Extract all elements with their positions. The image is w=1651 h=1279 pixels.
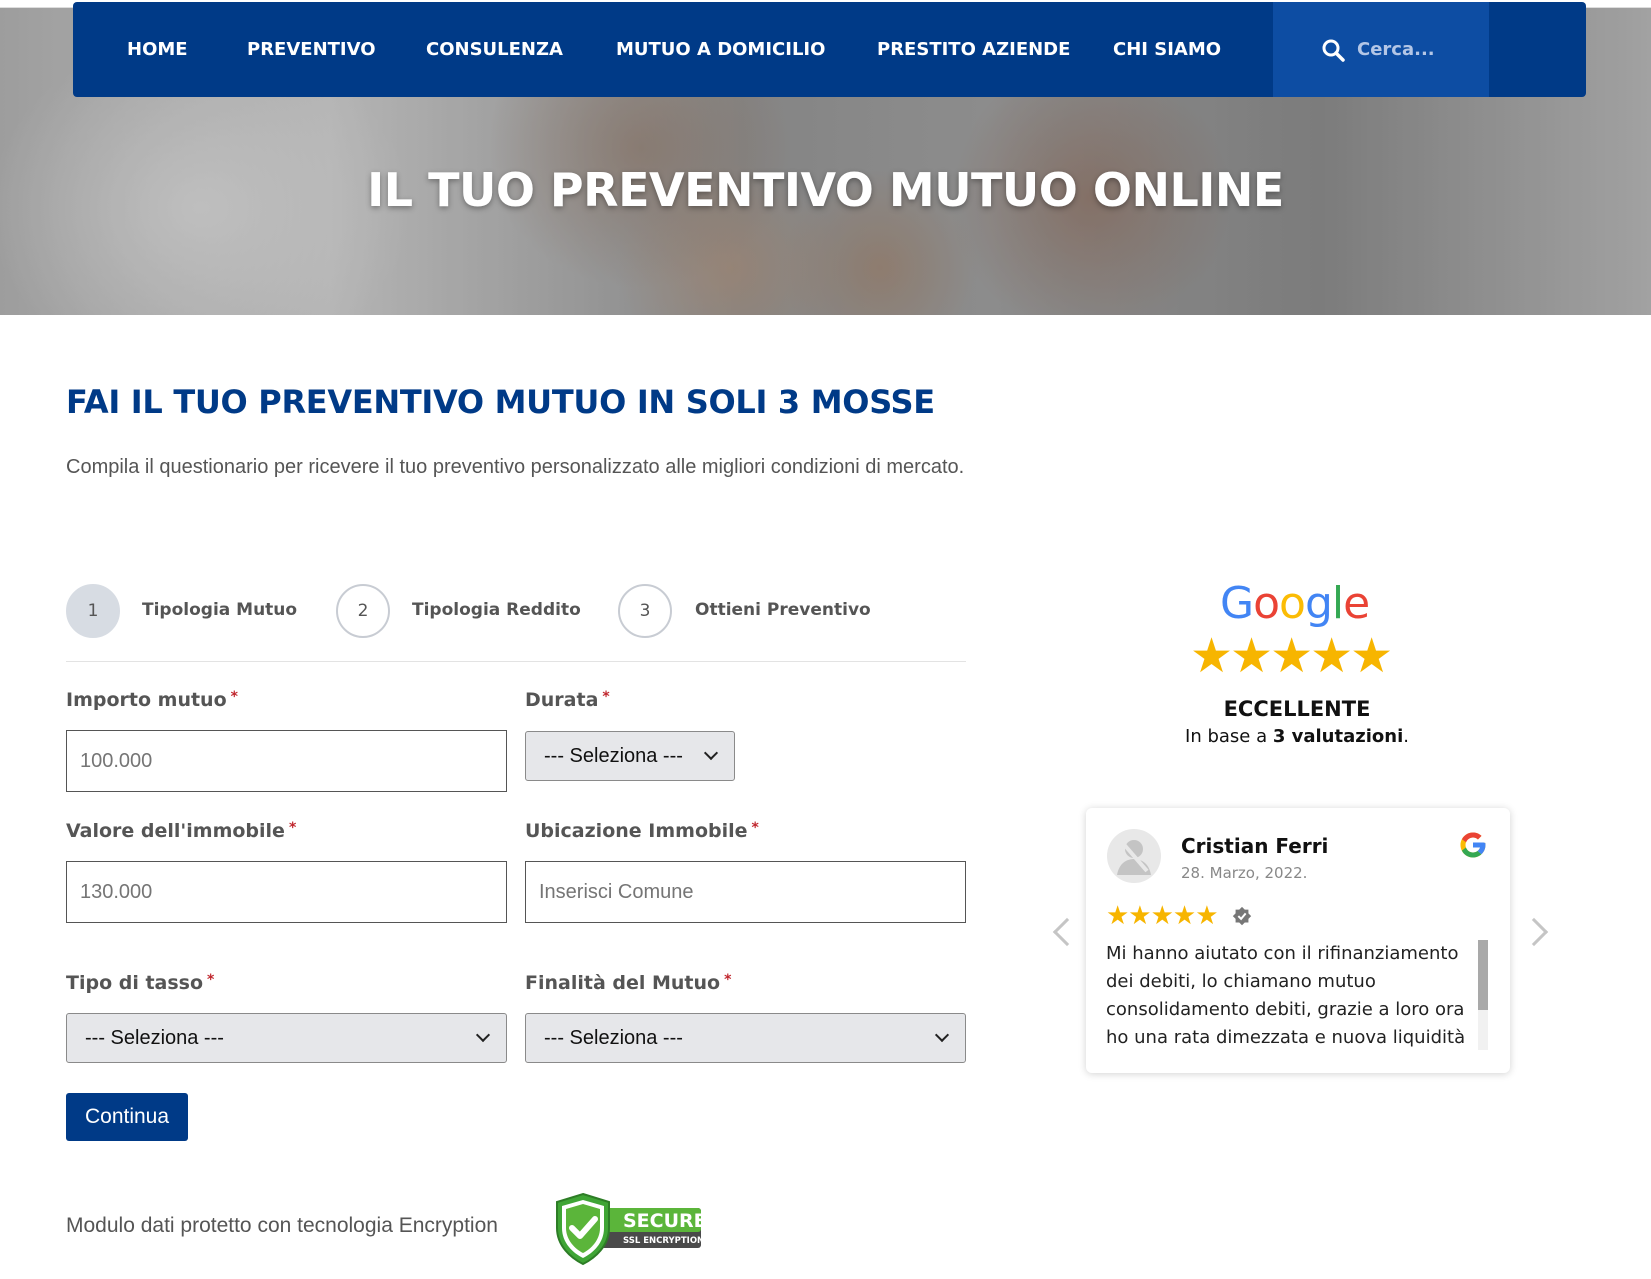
page-title: FAI IL TUO PREVENTIVO MUTUO IN SOLI 3 MO… [66, 383, 935, 421]
tasso-value: --- Seleziona --- [85, 1026, 224, 1049]
finalita-value: --- Seleziona --- [544, 1026, 683, 1049]
valore-label: Valore dell'immobile * [66, 820, 297, 842]
google-g-icon [1460, 832, 1486, 858]
nav-home[interactable]: HOME [127, 39, 188, 60]
search-icon [1322, 39, 1345, 62]
tasso-label: Tipo di tasso * [66, 972, 215, 994]
badge-title: SECURE [623, 1210, 703, 1232]
step-3-circle: 3 [618, 584, 672, 638]
ssl-secure-badge: SECURE SSL ENCRYPTION [556, 1192, 703, 1266]
durata-value: --- Seleziona --- [544, 744, 683, 767]
review-date: 28. Marzo, 2022. [1181, 864, 1308, 882]
google-logo: Google [1220, 578, 1370, 629]
main-navigation: HOME PREVENTIVO CONSULENZA MUTUO A DOMIC… [73, 2, 1586, 97]
chevron-down-icon [475, 1027, 491, 1043]
reviewer-name: Cristian Ferri [1181, 834, 1329, 858]
required-marker: * [751, 820, 759, 836]
step-2-label: Tipologia Reddito [412, 600, 581, 620]
carousel-next-arrow[interactable] [1519, 917, 1549, 947]
page-subtitle: Compila il questionario per ricevere il … [66, 456, 965, 478]
nav-mutuo-a-domicilio[interactable]: MUTUO A DOMICILIO [616, 39, 825, 60]
rating-word: ECCELLENTE [1223, 697, 1371, 721]
ubicazione-label: Ubicazione Immobile * [525, 820, 759, 842]
search-box[interactable]: Cerca... [1273, 2, 1489, 97]
verified-badge-icon [1232, 906, 1252, 926]
review-stars: ★★★★★ [1106, 900, 1219, 930]
nav-consulenza[interactable]: CONSULENZA [426, 39, 563, 60]
required-marker: * [207, 972, 215, 988]
step-3-label: Ottieni Preventivo [695, 600, 871, 620]
required-marker: * [724, 972, 732, 988]
carousel-prev-arrow[interactable] [1052, 917, 1082, 947]
rating-stars: ★★★★★ [1190, 630, 1393, 683]
step-indicator: 1 Tipologia Mutuo 2 Tipologia Reddito 3 … [66, 584, 966, 662]
required-marker: * [230, 689, 238, 705]
hero-title: IL TUO PREVENTIVO MUTUO ONLINE [367, 163, 1284, 217]
tasso-select[interactable]: --- Seleziona --- [66, 1013, 507, 1063]
ubicazione-input[interactable] [525, 861, 966, 923]
valore-input[interactable] [66, 861, 507, 923]
step-1-circle: 1 [66, 584, 120, 638]
step-2-circle: 2 [336, 584, 390, 638]
importo-input[interactable] [66, 730, 507, 792]
durata-label: Durata * [525, 689, 610, 711]
review-scrollbar-thumb[interactable] [1478, 940, 1488, 1010]
importo-label: Importo mutuo * [66, 689, 238, 711]
required-marker: * [602, 689, 610, 705]
badge-subtitle: SSL ENCRYPTION [623, 1236, 703, 1246]
continue-button[interactable]: Continua [66, 1093, 188, 1141]
nav-chi-siamo[interactable]: CHI SIAMO [1113, 39, 1221, 60]
user-placeholder-icon [1117, 839, 1151, 875]
nav-preventivo[interactable]: PREVENTIVO [247, 39, 376, 60]
avatar [1107, 829, 1161, 883]
search-placeholder: Cerca... [1357, 39, 1435, 60]
finalita-label: Finalità del Mutuo * [525, 972, 732, 994]
durata-select[interactable]: --- Seleziona --- [525, 731, 735, 781]
nav-prestito-aziende[interactable]: PRESTITO AZIENDE [877, 39, 1070, 60]
chevron-down-icon [703, 745, 719, 761]
rating-count: In base a 3 valutazioni. [1185, 726, 1409, 747]
security-note: Modulo dati protetto con tecnologia Encr… [66, 1214, 498, 1237]
step-1-label: Tipologia Mutuo [142, 600, 298, 620]
review-card: Cristian Ferri 28. Marzo, 2022. ★★★★★ Mi… [1086, 808, 1510, 1073]
required-marker: * [288, 820, 297, 836]
chevron-down-icon [934, 1027, 950, 1043]
finalita-select[interactable]: --- Seleziona --- [525, 1013, 966, 1063]
review-text: Mi hanno aiutato con il rifinanziamento … [1106, 943, 1466, 1048]
